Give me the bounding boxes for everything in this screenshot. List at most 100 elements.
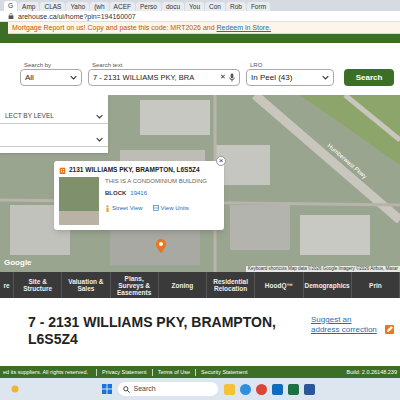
chevron-down-icon — [322, 75, 329, 80]
chrome-icon[interactable] — [256, 384, 267, 395]
street-view-label: Street View — [112, 204, 143, 212]
browser-tab[interactable]: Amp — [18, 2, 39, 11]
browser-tab[interactable]: You — [185, 2, 204, 11]
tab-label: Form — [251, 3, 266, 11]
nav-item[interactable]: Prin — [352, 272, 400, 298]
word-icon[interactable] — [304, 384, 315, 395]
windows-icon[interactable] — [102, 384, 112, 394]
search-input[interactable]: 7 - 2131 WILLIAMS PKY, BRA ✕ — [88, 69, 240, 86]
block-number[interactable]: 19416 — [130, 189, 147, 197]
footer-links: Privacy StatementTerms of UseSecurity St… — [96, 369, 253, 376]
popup-close-button[interactable]: × — [216, 156, 226, 166]
search-by-select[interactable]: All — [20, 69, 82, 86]
map[interactable]: Humberwest Pkwy LECT BY LEVEL 2131 WILLI… — [0, 95, 400, 272]
nav-item[interactable]: Residential Relocation — [207, 272, 255, 298]
footer: ed its suppliers. All rights reserved. P… — [0, 366, 400, 378]
select-level-dropdown[interactable]: LECT BY LEVEL — [0, 109, 108, 124]
tab-label: docu — [166, 3, 180, 11]
header-bar — [0, 34, 400, 43]
taskbar-apps — [224, 384, 315, 395]
nav-item-label: re — [3, 282, 9, 289]
street-photo — [59, 177, 99, 225]
view-units-link[interactable]: View Units — [153, 204, 189, 212]
browser-tab[interactable]: Yaho — [66, 2, 89, 11]
lro-select[interactable]: In Peel (43) — [246, 69, 334, 86]
tab-strip: GAmpCLAS Yaho (wh ACEF Perso docu You Con Rob For… — [0, 0, 400, 11]
nav-item-label: HoodQ™ — [265, 282, 293, 289]
address-bar[interactable]: arehouse.ca/ui/home?pin=194160007 — [0, 11, 400, 22]
block-row: BLOCK 19416 — [105, 189, 207, 197]
folder-icon[interactable] — [224, 384, 235, 395]
nav-item[interactable]: Zoning — [159, 272, 207, 298]
weather-icon[interactable] — [10, 384, 20, 394]
browser-tab[interactable]: ACEF — [110, 2, 135, 11]
build-text: Build: 2.0.26148.239 — [347, 369, 397, 376]
popup-details: THIS IS A CONDOMINIUM BUILDING BLOCK 194… — [105, 177, 207, 225]
search-text-label: Search text — [88, 61, 240, 69]
google-logo: Google — [4, 257, 32, 269]
browser-tab[interactable]: G — [4, 1, 17, 11]
nav-item[interactable]: HoodQ™ — [255, 272, 303, 298]
report-nav: re Site & Structure Valuation & Sales Plans… — [0, 272, 400, 298]
select-level-label: LECT BY LEVEL — [5, 111, 54, 121]
info-popup: 2131 WILLIAMS PKY, BRAMPTON, L6S5Z4 THIS… — [54, 161, 224, 230]
browser-tab[interactable]: Perso — [136, 2, 161, 11]
popup-header: 2131 WILLIAMS PKY, BRAMPTON, L6S5Z4 — [59, 166, 219, 174]
footer-link[interactable]: Security Statement — [195, 369, 252, 376]
search-row: Search by All Search text 7 - 2131 WILLI… — [0, 43, 400, 95]
view-units-label: View Units — [161, 204, 189, 212]
close-label: × — [219, 157, 224, 165]
suggest-link[interactable]: Suggest an address correction — [311, 315, 381, 335]
nav-item-label: Valuation & Sales — [64, 278, 107, 292]
property-header: 7 - 2131 WILLIAMS PKY, BRAMPTON, L6S5Z4 … — [0, 298, 400, 366]
browser-tab[interactable]: (wh — [90, 2, 108, 11]
nav-item[interactable]: Plans, Surveys & Easements — [111, 272, 159, 298]
browser-tab[interactable]: docu — [162, 2, 184, 11]
browser-tab[interactable]: Form — [247, 2, 270, 11]
side-panel: LECT BY LEVEL — [0, 95, 108, 153]
second-dropdown[interactable] — [0, 132, 108, 147]
browser-tab[interactable]: Con — [205, 2, 225, 11]
tab-label: Yaho — [70, 3, 85, 11]
footer-link[interactable]: Privacy Statement — [96, 369, 152, 376]
redeem-link[interactable]: Redeem in Store. — [217, 24, 271, 31]
nav-item-label: Plans, Surveys & Easements — [113, 275, 156, 296]
edge-icon[interactable] — [240, 384, 251, 395]
address-text[interactable]: arehouse.ca/ui/home?pin=194160007 — [18, 12, 136, 21]
browser-tab[interactable]: CLAS — [40, 2, 65, 11]
nav-item[interactable]: Site & Structure — [14, 272, 62, 298]
map-pin-icon[interactable] — [156, 239, 166, 253]
excel-icon[interactable] — [288, 384, 299, 395]
search-by-label: Search by — [20, 61, 82, 69]
edit-icon[interactable] — [385, 325, 394, 334]
search-by-value: All — [25, 72, 34, 84]
popup-body: THIS IS A CONDOMINIUM BUILDING BLOCK 194… — [59, 177, 219, 225]
popup-links: Street View View Units — [105, 201, 207, 212]
nav-item-label: Demographics — [305, 282, 350, 289]
outlook-icon[interactable] — [272, 384, 283, 395]
footer-link[interactable]: Terms of Use — [152, 369, 195, 376]
lro: LRO In Peel (43) — [246, 61, 334, 86]
lro-label: LRO — [246, 61, 334, 69]
tab-label: ACEF — [114, 3, 131, 11]
promo-text: Mortgage Report on us! Copy and paste th… — [12, 23, 271, 32]
nav-item-label: Site & Structure — [16, 278, 59, 292]
promo-strip — [0, 22, 8, 34]
nav-item[interactable]: Demographics — [304, 272, 352, 298]
units-icon — [153, 205, 159, 211]
chevron-down-icon — [96, 114, 103, 119]
street-view-link[interactable]: Street View — [105, 204, 143, 212]
chevron-down-icon — [70, 75, 77, 80]
nav-item[interactable]: re — [0, 272, 14, 298]
microphone-icon[interactable] — [229, 73, 235, 82]
tab-label: Perso — [140, 3, 157, 11]
tab-label: Con — [209, 3, 221, 11]
nav-item[interactable]: Valuation & Sales — [62, 272, 110, 298]
search-icon — [123, 386, 130, 393]
clear-button[interactable]: ✕ — [220, 72, 226, 83]
search-input-value[interactable]: 7 - 2131 WILLIAMS PKY, BRA — [93, 72, 217, 83]
taskbar-search[interactable]: Search — [118, 382, 218, 396]
property-title: 7 - 2131 WILLIAMS PKY, BRAMPTON, L6S5Z4 — [28, 314, 304, 348]
search-button[interactable]: Search — [344, 69, 394, 86]
browser-tab[interactable]: Rob — [226, 2, 246, 11]
